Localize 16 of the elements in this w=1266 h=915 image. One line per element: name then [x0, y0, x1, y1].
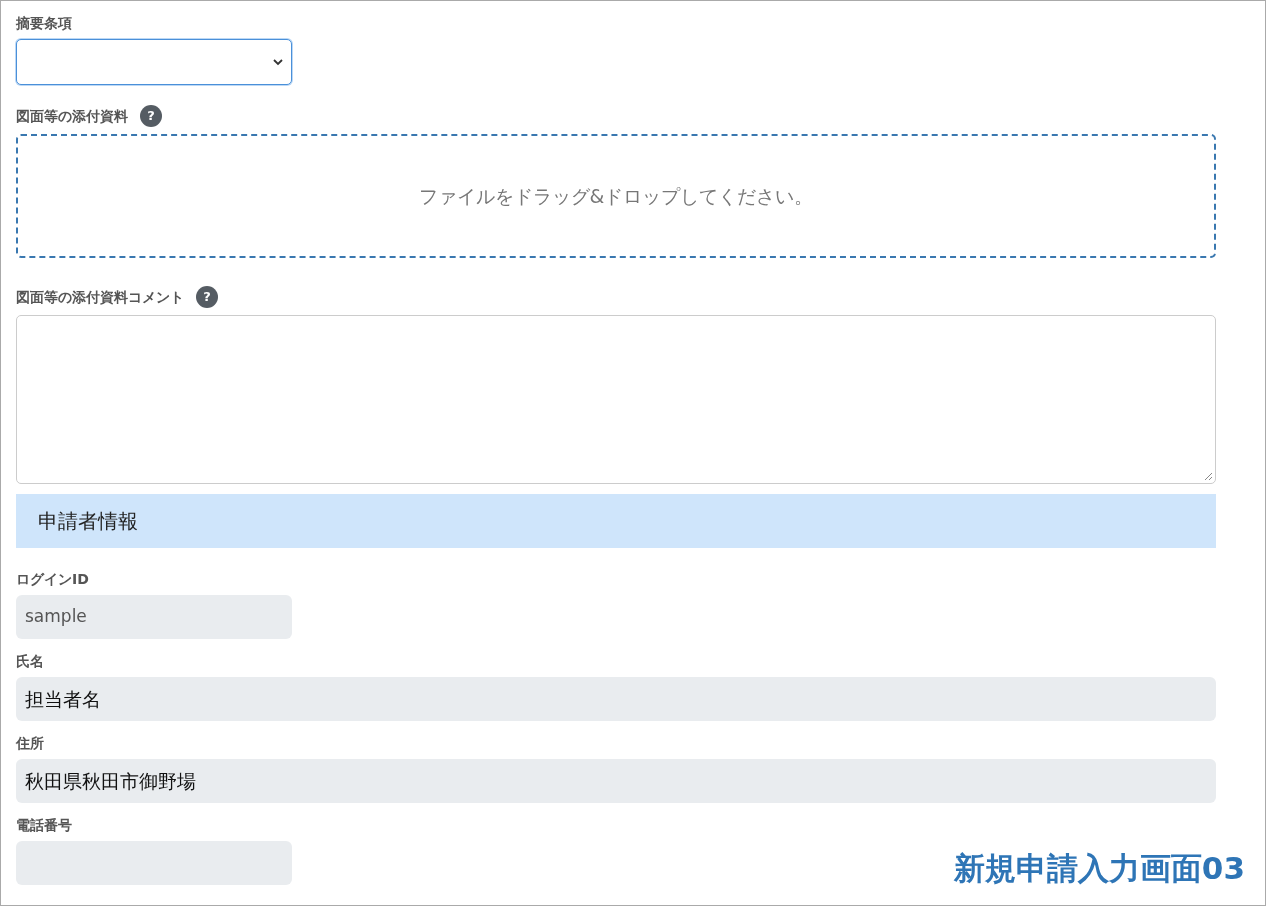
screen-caption: 新規申請入力画面03 [953, 848, 1245, 888]
help-icon[interactable]: ? [196, 286, 218, 308]
chevron-down-icon [273, 57, 283, 67]
field-label: 図面等の添付資料コメント [16, 288, 184, 306]
section-header: 申請者情報 [16, 494, 1216, 548]
field-label: 氏名 [16, 652, 44, 670]
field-label: 図面等の添付資料 [16, 107, 128, 125]
help-icon[interactable]: ? [140, 105, 162, 127]
resize-handle-icon [1204, 472, 1213, 481]
select-field[interactable] [16, 39, 292, 85]
file-drop-zone[interactable]: ファイルをドラッグ&ドロップしてください。 [16, 134, 1216, 258]
field-label: 摘要条項 [16, 14, 72, 32]
field-label: 住所 [16, 734, 44, 752]
field-label: 電話番号 [16, 816, 72, 834]
field-label: ログインID [16, 570, 89, 588]
comment-textarea[interactable] [16, 315, 1216, 484]
